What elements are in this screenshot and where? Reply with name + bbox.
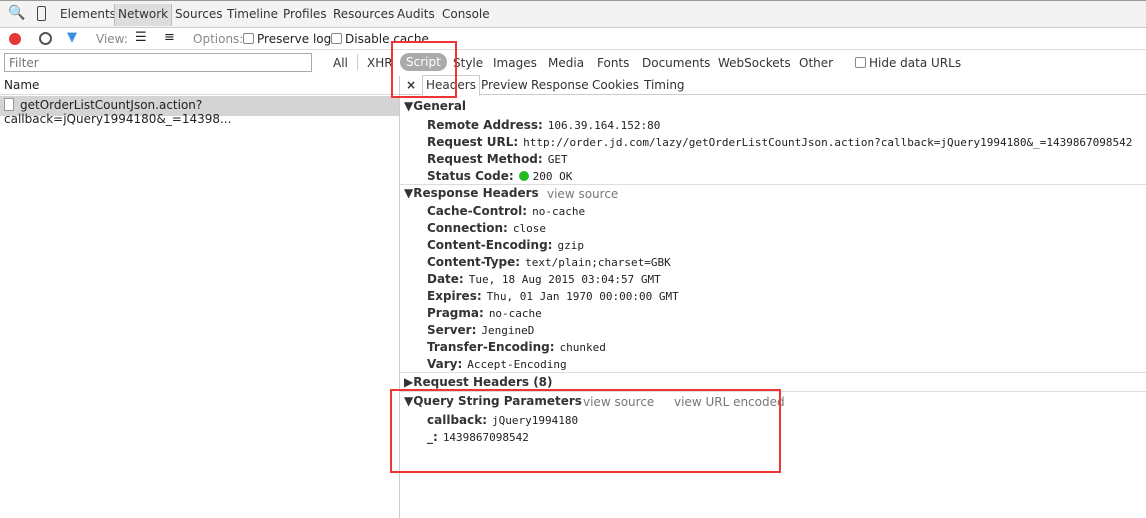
preserve-log-label: Preserve log	[257, 32, 332, 46]
response-header-row: Server: JengineD	[427, 323, 535, 337]
filter-fonts[interactable]: Fonts	[597, 56, 629, 70]
request-headers-title: Request Headers (8)	[413, 375, 553, 389]
tab-timeline[interactable]: Timeline	[227, 7, 278, 21]
response-header-row: Transfer-Encoding: chunked	[427, 340, 606, 354]
tab-elements[interactable]: Elements	[60, 7, 116, 21]
response-headers-title: Response Headers	[413, 186, 539, 200]
clear-icon[interactable]	[39, 32, 52, 45]
search-icon[interactable]: 🔍	[8, 5, 25, 21]
filter-websockets[interactable]: WebSockets	[718, 56, 791, 70]
tab-cookies[interactable]: Cookies	[592, 78, 639, 92]
overview-icon[interactable]: ≡	[164, 30, 175, 45]
filter-documents[interactable]: Documents	[642, 56, 710, 70]
filter-style[interactable]: Style	[453, 56, 483, 70]
general-row: Remote Address: 106.39.164.152:80	[427, 118, 661, 132]
request-row[interactable]: getOrderListCountJson.action?callback=jQ…	[0, 96, 399, 126]
tab-preview[interactable]: Preview	[481, 78, 528, 92]
filter-xhr[interactable]: XHR	[367, 56, 393, 70]
filter-other[interactable]: Other	[799, 56, 833, 70]
response-header-row: Expires: Thu, 01 Jan 1970 00:00:00 GMT	[427, 289, 679, 303]
detail-tabs: × Headers Preview Response Cookies Timin…	[400, 75, 1146, 96]
name-column-header[interactable]: Name	[0, 76, 399, 95]
request-name: getOrderListCountJson.action?callback=jQ…	[4, 98, 232, 126]
divider	[400, 184, 1146, 185]
annotation-highlight-box	[390, 389, 781, 473]
file-icon	[4, 98, 14, 111]
large-rows-icon[interactable]: ☰	[135, 30, 147, 45]
request-list-pane	[0, 76, 400, 518]
record-icon[interactable]	[9, 33, 21, 45]
filter-media[interactable]: Media	[548, 56, 584, 70]
response-headers-section-header[interactable]: ▼Response Headers	[404, 186, 539, 200]
filter-input[interactable]	[4, 53, 312, 72]
tab-resources[interactable]: Resources	[333, 7, 394, 21]
view-label: View:	[96, 32, 128, 46]
filter-images[interactable]: Images	[493, 56, 537, 70]
response-header-row: Content-Encoding: gzip	[427, 238, 584, 252]
filter-icon[interactable]: ▼	[67, 30, 77, 45]
preserve-log-checkbox[interactable]: Preserve log	[243, 32, 331, 46]
general-section-header[interactable]: ▼General	[404, 99, 466, 113]
devtools-panel-bar: 🔍 Elements Network Sources Timeline Prof…	[0, 0, 1146, 28]
tab-sources[interactable]: Sources	[175, 7, 222, 21]
request-headers-section-header[interactable]: ▶Request Headers (8)	[404, 375, 553, 389]
response-header-row: Date: Tue, 18 Aug 2015 03:04:57 GMT	[427, 272, 661, 286]
tab-response[interactable]: Response	[531, 78, 589, 92]
status-ok-icon	[518, 171, 529, 181]
tab-audits[interactable]: Audits	[397, 7, 435, 21]
tab-network[interactable]: Network	[114, 4, 173, 26]
response-header-row: Connection: close	[427, 221, 546, 235]
divider	[357, 54, 358, 70]
response-header-row: Pragma: no-cache	[427, 306, 542, 320]
response-header-row: Vary: Accept-Encoding	[427, 357, 567, 371]
general-row: Request Method: GET	[427, 152, 568, 166]
general-row: Status Code: 200 OK	[427, 169, 573, 183]
hide-data-urls-checkbox[interactable]: Hide data URLs	[855, 56, 961, 70]
response-header-row: Cache-Control: no-cache	[427, 204, 586, 218]
filter-all[interactable]: All	[333, 56, 348, 70]
options-label: Options:	[193, 32, 244, 46]
view-source-link[interactable]: view source	[547, 187, 618, 201]
tab-timing[interactable]: Timing	[644, 78, 685, 92]
network-toolbar: ▼ View: ☰ ≡ Options: Preserve log Disabl…	[0, 28, 1146, 50]
tab-profiles[interactable]: Profiles	[283, 7, 327, 21]
divider	[400, 372, 1146, 373]
general-title: General	[413, 99, 467, 113]
tab-console[interactable]: Console	[442, 7, 490, 21]
annotation-highlight-box	[391, 41, 457, 98]
general-row: Request URL: http://order.jd.com/lazy/get…	[427, 135, 1133, 149]
hide-data-urls-label: Hide data URLs	[869, 56, 962, 70]
response-header-row: Content-Type: text/plain;charset=GBK	[427, 255, 671, 269]
device-mode-icon[interactable]	[37, 6, 46, 21]
